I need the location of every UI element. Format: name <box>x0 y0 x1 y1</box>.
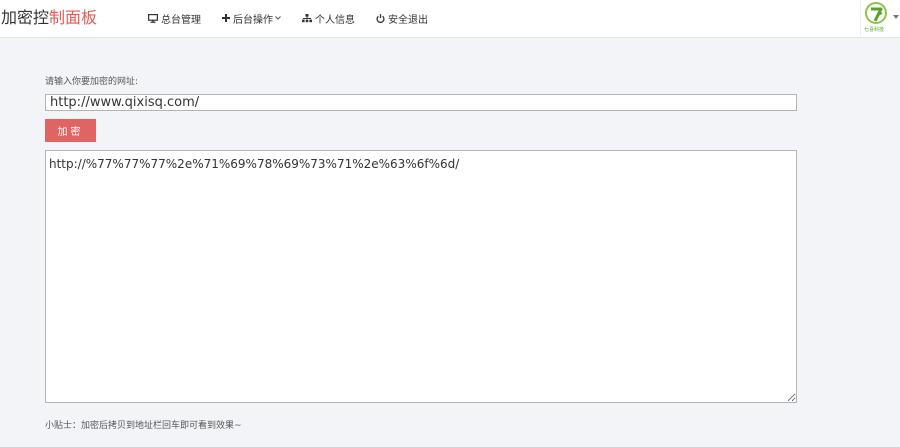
top-navbar: 加密控制面板 总台管理 后台操作 个人信息 安全退出 七喜科技 <box>0 0 900 38</box>
nav-item-label: 后台操作 <box>233 14 273 26</box>
plus-icon <box>222 14 230 22</box>
monitor-icon <box>148 13 158 23</box>
brand-title-main: 加密控 <box>1 8 50 27</box>
power-icon <box>376 13 385 23</box>
caret-down-icon <box>893 15 899 19</box>
brand-title-accent: 制面板 <box>49 8 98 27</box>
nav-item-backend[interactable]: 后台操作 <box>222 11 281 26</box>
sitemap-icon <box>302 13 312 22</box>
url-input[interactable] <box>45 94 797 111</box>
encrypted-result-textarea[interactable]: http://%77%77%77%2e%71%69%78%69%73%71%2e… <box>45 150 797 403</box>
url-prompt-label: 请输入你要加密的网址: <box>45 77 139 87</box>
nav-item-label: 安全退出 <box>388 14 428 26</box>
logo-text: 七喜科技 <box>864 27 885 33</box>
brand-title[interactable]: 加密控制面板 <box>1 7 97 29</box>
nav-item-dashboard[interactable]: 总台管理 <box>148 11 201 26</box>
nav-item-label: 总台管理 <box>161 14 201 26</box>
encrypt-button[interactable]: 加密 <box>45 119 96 142</box>
nav-item-label: 个人信息 <box>315 14 355 26</box>
logo-icon <box>865 2 887 24</box>
tip-text: 小贴士：加密后拷贝到地址栏回车即可看到效果~ <box>45 421 242 431</box>
user-avatar-menu[interactable]: 七喜科技 <box>860 0 900 36</box>
chevron-down-icon <box>275 16 281 20</box>
nav-item-profile[interactable]: 个人信息 <box>302 11 355 26</box>
main-nav: 总台管理 后台操作 个人信息 安全退出 <box>148 0 449 36</box>
nav-item-logout[interactable]: 安全退出 <box>376 11 428 26</box>
